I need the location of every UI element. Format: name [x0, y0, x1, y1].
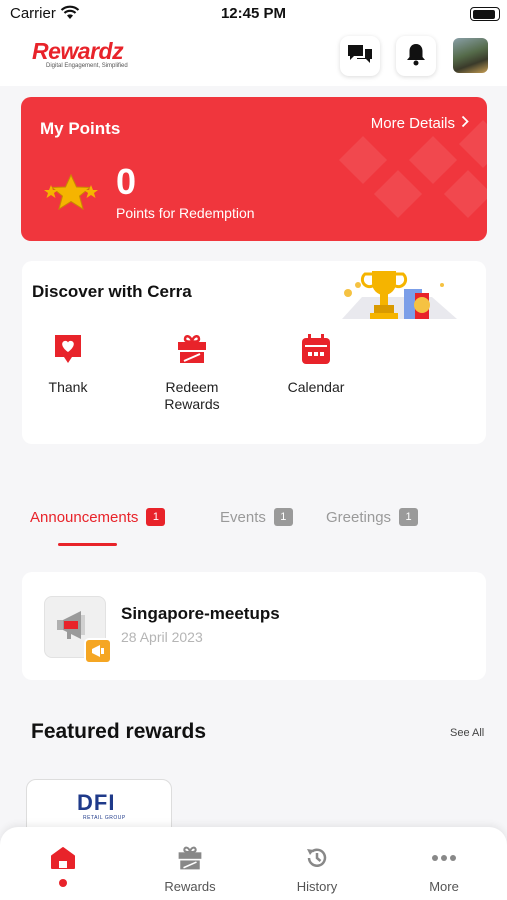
gift-icon: [127, 845, 253, 871]
nav-label: More: [429, 879, 459, 894]
home-icon: [0, 845, 126, 871]
quick-action-label: Calendar: [287, 379, 345, 395]
count-badge: 1: [146, 508, 166, 526]
bottom-nav: Rewards History More: [0, 827, 507, 900]
nav-more[interactable]: More: [381, 845, 507, 894]
tab-announcements[interactable]: Announcements 1: [30, 508, 166, 526]
chevron-right-icon: [461, 115, 469, 132]
chat-button[interactable]: [340, 36, 380, 76]
decor-diamond: [408, 135, 458, 185]
announcement-card[interactable]: Singapore-meetups 28 April 2023: [22, 572, 486, 680]
count-badge: 1: [399, 508, 419, 526]
announcement-title: Singapore-meetups: [121, 604, 280, 623]
nav-rewards[interactable]: Rewards: [127, 845, 253, 894]
reward-brand-logo: DFI: [77, 790, 116, 815]
reward-brand-sub: RETAIL GROUP: [83, 815, 126, 821]
chat-icon: [346, 43, 374, 70]
more-details-link[interactable]: More Details: [371, 115, 469, 132]
decor-diamond: [373, 169, 423, 219]
decor-diamond: [338, 135, 388, 185]
quick-action-label: Redeem Rewards: [164, 379, 220, 412]
active-nav-dot: [59, 879, 67, 887]
announcement-type-icon: [84, 638, 112, 664]
status-bar: Carrier 12:45 PM: [0, 0, 507, 28]
logo-text: Rewardz: [32, 38, 124, 64]
tab-events[interactable]: Events 1: [220, 508, 293, 526]
star-icon: [41, 173, 101, 218]
more-icon: [381, 845, 507, 871]
announcement-date: 28 April 2023: [121, 629, 203, 645]
trophy-illustration: [322, 263, 462, 326]
nav-label: History: [296, 879, 338, 894]
active-tab-indicator: [58, 543, 117, 546]
avatar[interactable]: [453, 38, 488, 73]
tab-label: Greetings: [326, 508, 392, 526]
calendar-icon: [298, 331, 334, 367]
discover-card: Discover with Cerra Thank Redeem Rewards…: [22, 261, 486, 444]
nav-history[interactable]: History: [254, 845, 380, 894]
app-header: Rewardz Digital Engagement, Simplified: [0, 28, 507, 86]
heart-message-icon: [50, 331, 86, 367]
logo-tagline: Digital Engagement, Simplified: [46, 63, 128, 69]
more-details-label: More Details: [370, 115, 455, 132]
quick-action-thank[interactable]: Thank: [13, 331, 123, 396]
gift-icon: [174, 331, 210, 367]
decor-diamond: [443, 169, 487, 219]
history-icon: [254, 845, 380, 871]
count-badge: 1: [273, 508, 293, 526]
quick-action-label: Thank: [48, 379, 88, 395]
rewardz-logo[interactable]: Rewardz Digital Engagement, Simplified: [32, 38, 128, 69]
points-card[interactable]: My Points More Details 0 Points for Rede…: [21, 97, 487, 241]
quick-action-redeem-rewards[interactable]: Redeem Rewards: [137, 331, 247, 413]
battery-icon: [470, 7, 500, 21]
points-title: My Points: [40, 119, 121, 138]
nav-home[interactable]: [0, 845, 126, 887]
see-all-link[interactable]: See All: [450, 727, 484, 739]
featured-rewards-title: Featured rewards: [31, 720, 207, 743]
quick-action-calendar[interactable]: Calendar: [261, 331, 371, 396]
tab-greetings[interactable]: Greetings 1: [326, 508, 419, 526]
points-value: 0: [116, 161, 137, 202]
clock: 12:45 PM: [220, 5, 287, 22]
discover-title: Discover with Cerra: [32, 282, 192, 301]
notifications-button[interactable]: [396, 36, 436, 76]
bell-icon: [405, 42, 427, 71]
tab-label: Announcements: [30, 508, 139, 526]
points-label: Points for Redemption: [116, 205, 255, 221]
nav-label: Rewards: [164, 879, 216, 894]
tab-label: Events: [220, 508, 266, 526]
